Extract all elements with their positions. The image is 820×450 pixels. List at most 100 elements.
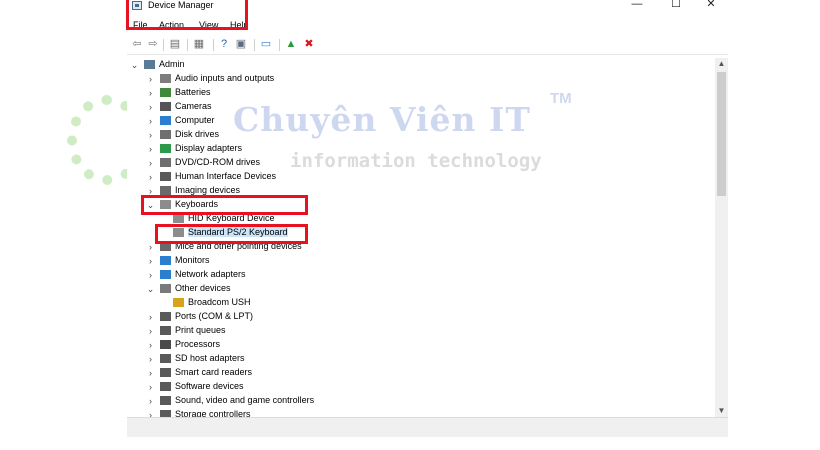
tree-item-label: Disk drives — [175, 129, 220, 139]
tree-item-label: Batteries — [175, 87, 211, 97]
network-adapter-icon — [160, 270, 171, 279]
uninstall-device-icon[interactable]: ✖ — [303, 38, 315, 50]
tree-item[interactable]: › Smart card readers — [127, 366, 707, 380]
tree-item-label: Storage controllers — [175, 409, 251, 417]
toolbar-separator — [213, 39, 214, 51]
watermark-brand: Chuyên Viên IT — [233, 100, 531, 139]
tree-item[interactable]: › Processors — [127, 338, 707, 352]
chevron-right-icon[interactable]: › — [146, 408, 155, 417]
window-title: Device Manager — [148, 0, 214, 10]
device-list-icon[interactable]: ▦ — [193, 38, 205, 50]
tree-item-label: Human Interface Devices — [175, 171, 277, 181]
tree-item-label: Processors — [175, 339, 221, 349]
tree-item-label: HID Keyboard Device — [188, 213, 275, 223]
chevron-right-icon[interactable]: › — [146, 156, 155, 170]
menu-view[interactable]: View — [199, 20, 218, 30]
menu-file[interactable]: File — [133, 20, 148, 30]
chevron-right-icon[interactable]: › — [146, 170, 155, 184]
chevron-down-icon[interactable]: ⌄ — [130, 58, 139, 72]
tree-item[interactable]: › Sound, video and game controllers — [127, 394, 707, 408]
close-button[interactable]: ✕ — [701, 0, 721, 11]
chevron-right-icon[interactable]: › — [146, 240, 155, 254]
scroll-down-icon[interactable]: ▼ — [715, 405, 728, 417]
chevron-right-icon[interactable]: › — [146, 338, 155, 352]
chevron-right-icon[interactable]: › — [146, 128, 155, 142]
tree-item[interactable]: ⌄ Keyboards — [127, 198, 707, 212]
tree-item[interactable]: › Human Interface Devices — [127, 170, 707, 184]
chevron-right-icon[interactable]: › — [146, 86, 155, 100]
chevron-down-icon[interactable]: ⌄ — [146, 282, 155, 296]
back-arrow-icon[interactable]: ⇦ — [131, 38, 143, 50]
chevron-right-icon[interactable]: › — [146, 100, 155, 114]
tree-item[interactable]: › Software devices — [127, 380, 707, 394]
keyboard-icon — [173, 214, 184, 223]
disk-drive-icon — [160, 130, 171, 139]
battery-icon — [160, 88, 171, 97]
tree-item[interactable]: Standard PS/2 Keyboard — [127, 226, 707, 240]
tree-item-label: Ports (COM & LPT) — [175, 311, 254, 321]
update-driver-icon[interactable]: ▲ — [285, 38, 297, 50]
title-bar[interactable]: Device Manager — ☐ ✕ — [127, 0, 728, 14]
tree-item-label: Display adapters — [175, 143, 243, 153]
help-icon[interactable]: ? — [218, 38, 230, 50]
tree-item-label: Broadcom USH — [188, 297, 251, 307]
tree-item-label: Sound, video and game controllers — [175, 395, 315, 405]
minimize-button[interactable]: — — [627, 0, 647, 11]
tree-item[interactable]: Broadcom USH — [127, 296, 707, 310]
vertical-scrollbar[interactable]: ▲ ▼ — [715, 58, 728, 417]
tree-item-label: Admin — [159, 59, 185, 69]
menu-bar: File Action View Help — [127, 17, 728, 31]
tree-item-label: Monitors — [175, 255, 210, 265]
keyboard-icon — [173, 228, 184, 237]
chevron-right-icon[interactable]: › — [146, 394, 155, 408]
monitor-icon — [160, 256, 171, 265]
warning-device-icon — [173, 298, 184, 307]
tree-item[interactable]: › Monitors — [127, 254, 707, 268]
chevron-right-icon[interactable]: › — [146, 268, 155, 282]
menu-help[interactable]: Help — [230, 20, 249, 30]
chevron-right-icon[interactable]: › — [146, 366, 155, 380]
scan-hardware-icon[interactable]: ▭ — [260, 38, 272, 50]
tree-item[interactable]: › Print queues — [127, 324, 707, 338]
tree-item-label: Computer — [175, 115, 215, 125]
tree-item[interactable]: › SD host adapters — [127, 352, 707, 366]
device-manager-icon — [132, 1, 142, 10]
chevron-right-icon[interactable]: › — [146, 114, 155, 128]
chevron-down-icon[interactable]: ⌄ — [146, 198, 155, 212]
tree-item[interactable]: › Ports (COM & LPT) — [127, 310, 707, 324]
scroll-up-icon[interactable]: ▲ — [715, 58, 728, 70]
properties-view-icon[interactable]: ▤ — [169, 38, 181, 50]
toolbar-separator — [254, 39, 255, 51]
tree-item[interactable]: › Storage controllers — [127, 408, 707, 417]
show-hidden-icon[interactable]: ▣ — [235, 38, 247, 50]
chevron-right-icon[interactable]: › — [146, 142, 155, 156]
menu-action[interactable]: Action — [159, 20, 184, 30]
chevron-right-icon[interactable]: › — [146, 254, 155, 268]
tree-item-label: SD host adapters — [175, 353, 245, 363]
tree-item[interactable]: › Network adapters — [127, 268, 707, 282]
dvd-drive-icon — [160, 158, 171, 167]
mouse-icon — [160, 242, 171, 251]
tree-item[interactable]: › Batteries — [127, 86, 707, 100]
chevron-right-icon[interactable]: › — [146, 324, 155, 338]
scrollbar-thumb[interactable] — [717, 72, 726, 196]
tree-item[interactable]: › Audio inputs and outputs — [127, 72, 707, 86]
toolbar-separator — [279, 39, 280, 51]
toolbar: ⇦ ⇨ ▤ ▦? ▣ ▭ ▲ ✖ — [127, 34, 728, 55]
tree-item[interactable]: ⌄ Admin — [127, 58, 707, 72]
computer-icon — [144, 60, 155, 69]
tree-item[interactable]: › Mice and other pointing devices — [127, 240, 707, 254]
chevron-right-icon[interactable]: › — [146, 352, 155, 366]
chevron-right-icon[interactable]: › — [146, 310, 155, 324]
chevron-right-icon[interactable]: › — [146, 380, 155, 394]
tree-item-label: Smart card readers — [175, 367, 253, 377]
port-icon — [160, 312, 171, 321]
tree-item[interactable]: HID Keyboard Device — [127, 212, 707, 226]
chevron-right-icon[interactable]: › — [146, 72, 155, 86]
tree-item[interactable]: › Imaging devices — [127, 184, 707, 198]
maximize-button[interactable]: ☐ — [666, 0, 686, 11]
processor-icon — [160, 340, 171, 349]
forward-arrow-icon[interactable]: ⇨ — [147, 38, 159, 50]
chevron-right-icon[interactable]: › — [146, 184, 155, 198]
tree-item[interactable]: ⌄ Other devices — [127, 282, 707, 296]
